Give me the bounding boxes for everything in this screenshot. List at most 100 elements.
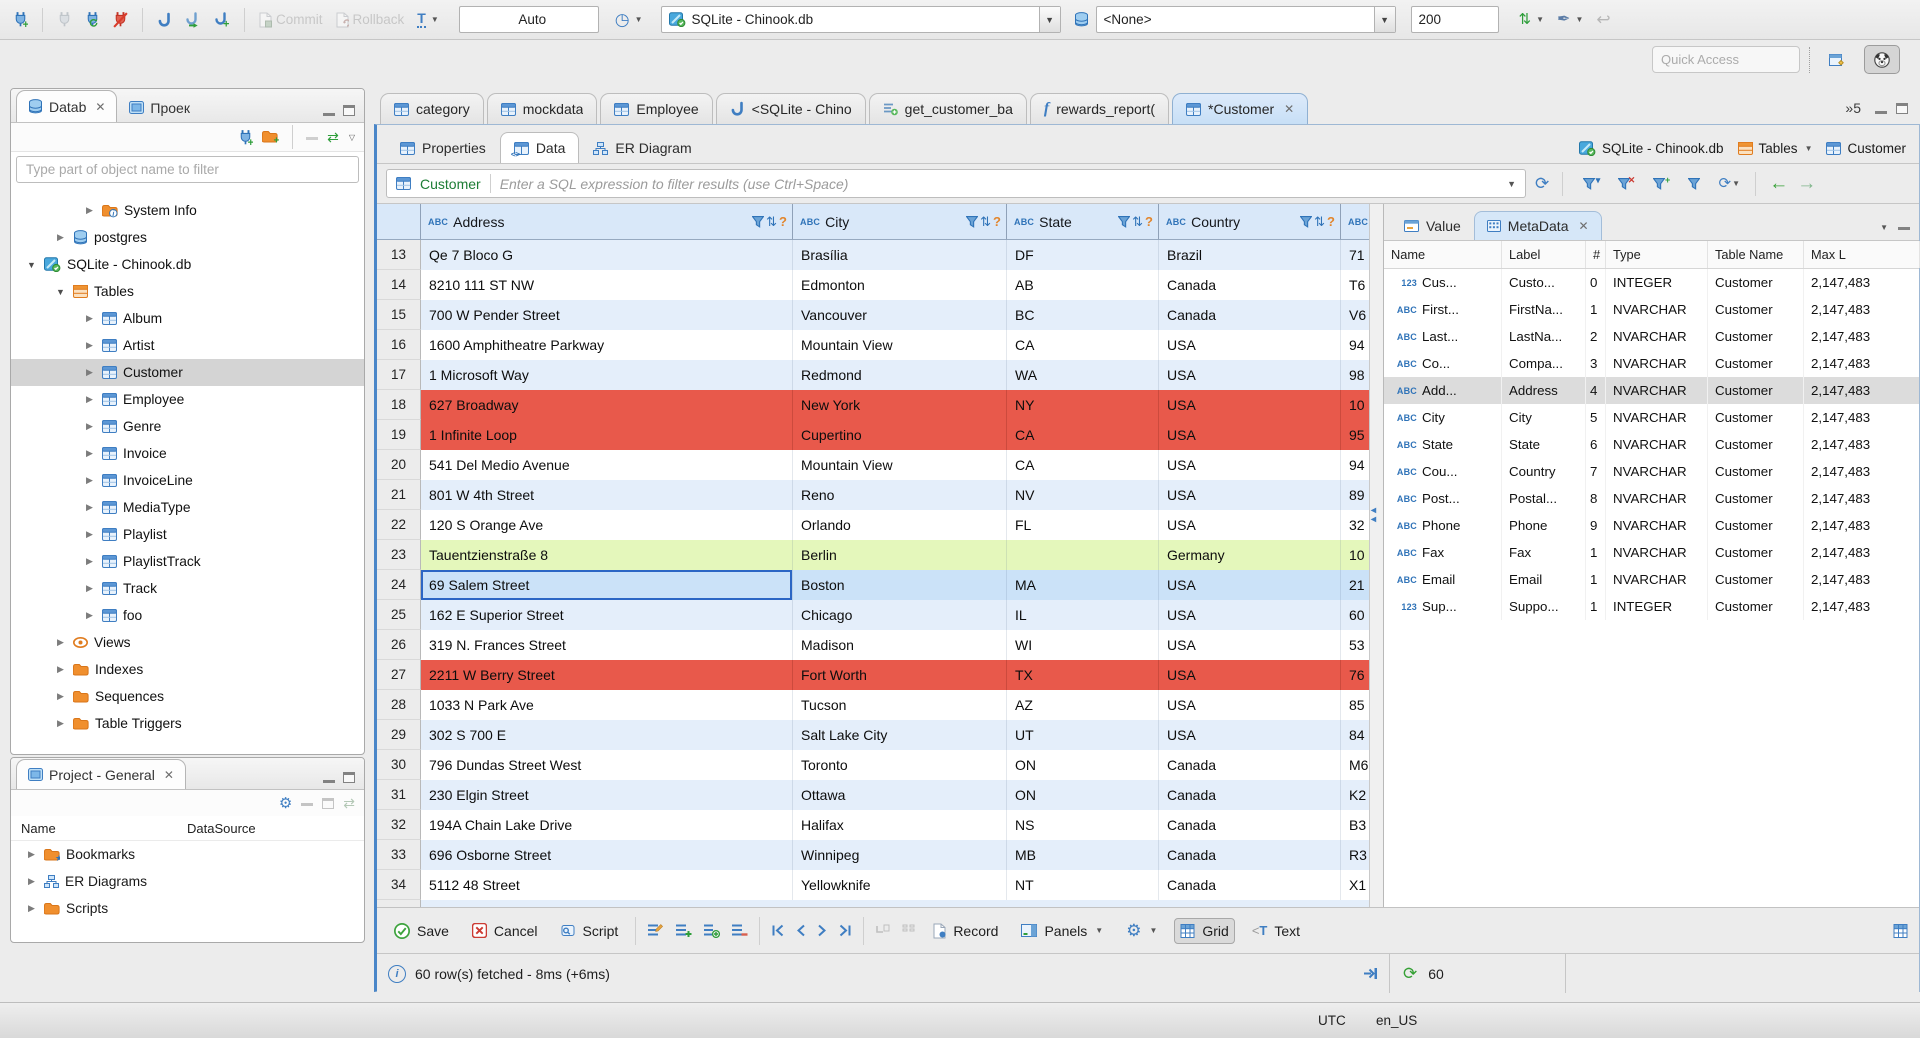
cell-city[interactable]: Ottawa <box>793 780 1007 810</box>
tree-item-album[interactable]: ▶ Album <box>11 305 364 332</box>
expand-arrow-icon[interactable]: ▶ <box>54 718 67 729</box>
cell-country[interactable]: USA <box>1159 660 1341 690</box>
cell-state[interactable]: NY <box>1007 390 1159 420</box>
cell-country[interactable]: Canada <box>1159 750 1341 780</box>
cell-state[interactable]: TX <box>1007 660 1159 690</box>
editor-tab-customer[interactable]: *Customer ✕ <box>1172 93 1309 124</box>
expand-arrow-icon[interactable]: ▶ <box>25 903 38 914</box>
close-icon[interactable]: ✕ <box>1284 102 1294 116</box>
metadata-row[interactable]: ABC Phone Phone 9 NVARCHAR Customer 2,147,483 <box>1384 512 1919 539</box>
cell-clipped[interactable]: 84 <box>1341 720 1369 750</box>
expand-arrow-icon[interactable]: ▶ <box>83 529 96 540</box>
expand-arrow-icon[interactable]: ▶ <box>83 367 96 378</box>
cell-clipped[interactable]: T6 <box>1341 270 1369 300</box>
expand-arrow-icon[interactable]: ▶ <box>83 502 96 513</box>
cell-state[interactable]: DF <box>1007 240 1159 270</box>
cell-address[interactable]: 8210 111 ST NW <box>421 270 793 300</box>
cell-state[interactable]: NV <box>1007 480 1159 510</box>
cell-clipped[interactable]: 10 <box>1341 390 1369 420</box>
tree-item-data-types[interactable]: ▶Data Types <box>11 737 364 745</box>
subtab-data[interactable]: <> Data <box>499 132 580 163</box>
calc-panel-icon[interactable] <box>1893 923 1908 938</box>
quick-access-input[interactable] <box>1652 46 1800 73</box>
cell-clipped[interactable]: B3 <box>1341 810 1369 840</box>
cell-address[interactable]: 1 Microsoft Way <box>421 360 793 390</box>
close-icon[interactable]: ✕ <box>164 768 174 782</box>
project-item-scripts[interactable]: ▶ Scripts <box>11 895 364 922</box>
link-editor-icon[interactable]: ⇄ <box>343 796 355 810</box>
metadata-column-max-l[interactable]: Max L <box>1804 241 1920 268</box>
cell-address[interactable]: 796 Dundas Street West <box>421 750 793 780</box>
editor-tab-get-customer-ba[interactable]: get_customer_ba <box>868 93 1027 124</box>
close-icon[interactable]: ✕ <box>95 100 105 114</box>
cell-address[interactable]: 700 W Pender Street <box>421 300 793 330</box>
nav-forward-icon[interactable]: → <box>1797 174 1816 193</box>
cell-state[interactable]: WI <box>1007 630 1159 660</box>
cell-clipped[interactable]: K2 <box>1341 780 1369 810</box>
column-header-state[interactable]: ABC State ⇅? <box>1007 204 1159 240</box>
metadata-row[interactable]: ABC State State 6 NVARCHAR Customer 2,147,483 <box>1384 431 1919 458</box>
sort-arrows-icon[interactable]: ⇅ <box>980 214 991 230</box>
cell-country[interactable]: USA <box>1159 360 1341 390</box>
collapse-all-icon[interactable] <box>301 801 314 806</box>
cell-city[interactable]: Boston <box>793 570 1007 600</box>
tree-item-sqlite-chinook-db[interactable]: ▼ SQLite - Chinook.db <box>11 251 364 278</box>
collapse-all-icon[interactable] <box>306 135 319 140</box>
tree-item-invoiceline[interactable]: ▶ InvoiceLine <box>11 467 364 494</box>
cell-state[interactable]: AB <box>1007 270 1159 300</box>
tree-item-artist[interactable]: ▶ Artist <box>11 332 364 359</box>
transaction-mode-select[interactable]: Auto <box>458 6 599 33</box>
open-sql-editor-icon[interactable] <box>182 6 204 34</box>
filter-funnel-icon[interactable] <box>1300 215 1313 228</box>
cell-state[interactable]: MB <box>1007 840 1159 870</box>
filter-save-icon[interactable]: + <box>1646 170 1672 198</box>
sort-arrows-icon[interactable]: ⇅ <box>766 214 777 230</box>
panel-menu-icon[interactable]: ▼ <box>1880 223 1888 232</box>
row-number[interactable]: 20 <box>377 450 421 480</box>
connect-icon[interactable] <box>54 6 75 34</box>
expand-arrow-icon[interactable]: ▶ <box>83 205 96 216</box>
cancel-button[interactable]: Cancel <box>466 918 544 944</box>
cell-city[interactable]: Edmonton <box>793 270 1007 300</box>
cell-address[interactable]: 627 Broadway <box>421 390 793 420</box>
cell-state[interactable]: NT <box>1007 870 1159 900</box>
grid-view-button[interactable]: Grid <box>1174 917 1235 944</box>
cell-state[interactable]: CA <box>1007 330 1159 360</box>
cell-address[interactable]: 162 E Superior Street <box>421 600 793 630</box>
metadata-column-type[interactable]: Type <box>1606 241 1708 268</box>
export-columns-icon[interactable] <box>1363 967 1378 980</box>
metadata-row[interactable]: 123 Cus... Custo... 0 INTEGER Customer 2,147,4… <box>1384 269 1919 296</box>
new-connection-icon[interactable]: + <box>238 129 253 146</box>
add-row-icon[interactable] <box>675 923 692 938</box>
cell-clipped[interactable]: X1 <box>1341 870 1369 900</box>
cell-state[interactable]: WA <box>1007 360 1159 390</box>
filter-icon[interactable] <box>1681 170 1707 198</box>
row-number[interactable]: 34 <box>377 870 421 900</box>
cell-state[interactable]: NS <box>1007 810 1159 840</box>
expand-arrow-icon[interactable]: ▶ <box>83 475 96 486</box>
tree-item-track[interactable]: ▶ Track <box>11 575 364 602</box>
cell-clipped[interactable]: 98 <box>1341 360 1369 390</box>
cell-address[interactable]: 5112 48 Street <box>421 870 793 900</box>
grid-corner[interactable] <box>377 204 421 240</box>
filter-settings-icon[interactable]: ▾ <box>1576 170 1602 198</box>
maximize-icon[interactable] <box>1896 103 1908 114</box>
cell-country[interactable]: USA <box>1159 720 1341 750</box>
expand-all-icon[interactable] <box>322 797 335 809</box>
cell-city[interactable]: Toronto <box>793 750 1007 780</box>
connection-select[interactable]: SQLite - Chinook.db ▼ <box>660 6 1061 33</box>
tree-item-employee[interactable]: ▶ Employee <box>11 386 364 413</box>
disconnect-icon[interactable] <box>110 6 131 34</box>
cell-country[interactable]: Brazil <box>1159 240 1341 270</box>
cell-city[interactable]: Yellowknife <box>793 870 1007 900</box>
cell-clipped[interactable]: 21 <box>1341 570 1369 600</box>
tree-item-table-triggers[interactable]: ▶ Table Triggers <box>11 710 364 737</box>
metadata-row[interactable]: ABC Post... Postal... 8 NVARCHAR Customer 2,14… <box>1384 485 1919 512</box>
cell-country[interactable]: Canada <box>1159 840 1341 870</box>
cell-country[interactable]: USA <box>1159 690 1341 720</box>
cell-clipped[interactable]: 32 <box>1341 510 1369 540</box>
cell-clipped[interactable]: 94 <box>1341 450 1369 480</box>
dbeaver-perspective-button[interactable] <box>1864 45 1900 74</box>
cell-city[interactable]: Reno <box>793 480 1007 510</box>
sql-filter-input[interactable]: Customer Enter a SQL expression to filte… <box>386 169 1526 198</box>
